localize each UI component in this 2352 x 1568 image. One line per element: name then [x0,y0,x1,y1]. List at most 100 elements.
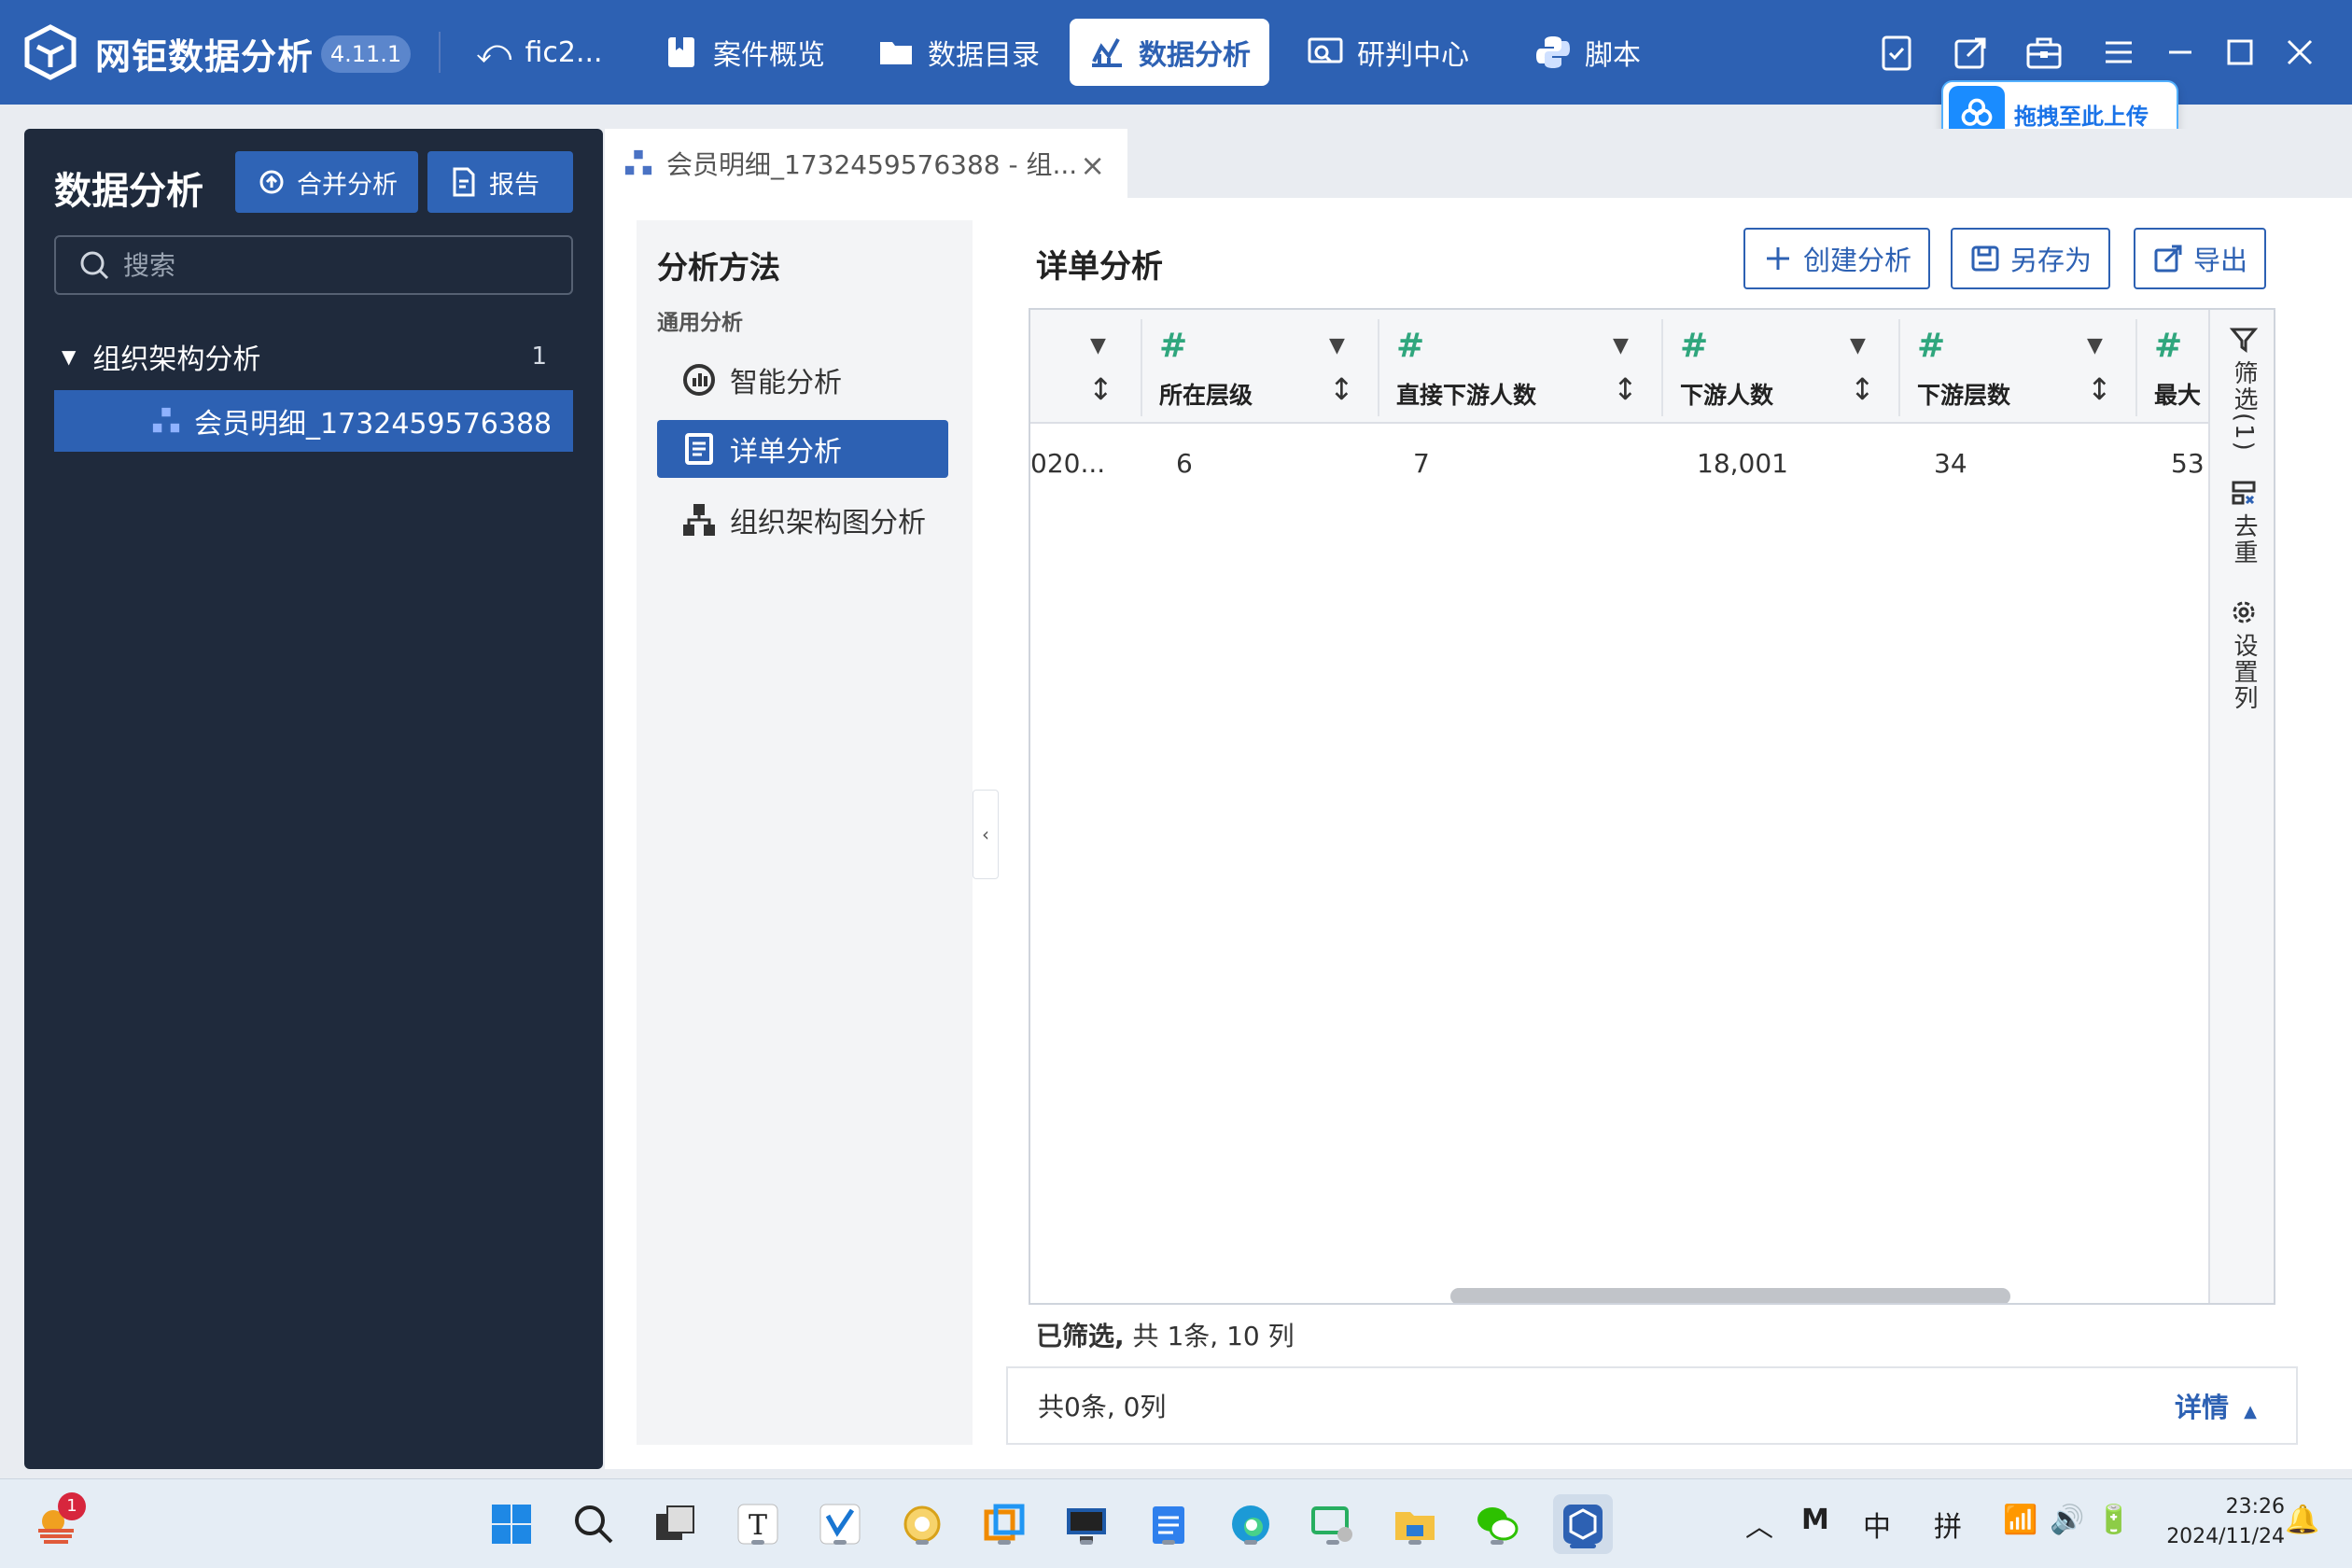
dropdown-icon[interactable]: ▼ [1613,334,1629,357]
sort-icon[interactable]: ↕ [1329,371,1354,407]
battery-icon[interactable]: 🔋 [2096,1504,2131,1536]
nav-research-center[interactable]: 研判中心 [1288,19,1488,86]
collapse-method-handle[interactable]: ‹ [973,790,999,879]
monitor-search-icon [1308,37,1343,63]
nav-data-analysis[interactable]: 数据分析 [1070,19,1269,86]
notepad-icon[interactable] [1142,1498,1195,1550]
merge-icon [259,170,284,194]
column-header[interactable]: # ▼ 下游人数 ↕ [1663,310,1900,424]
save-as-button[interactable]: 另存为 [1951,228,2111,289]
close-icon[interactable] [2279,32,2320,73]
filter-tool[interactable]: 筛选(1) [2210,325,2274,453]
cell-value[interactable]: 7 [1413,448,1430,479]
upload-label: 拖拽至此上传 [2014,103,2149,130]
maximize-icon[interactable] [2219,32,2261,73]
task-check-icon[interactable] [1876,32,1917,73]
filter-icon [2229,328,2259,353]
clock-date: 2024/11/24 [2166,1525,2285,1548]
dedup-tool[interactable]: 去重 [2210,478,2274,566]
dropdown-icon[interactable]: ▼ [1850,334,1866,357]
wechat-icon[interactable] [1471,1498,1523,1550]
sort-icon[interactable]: ↕ [1613,371,1638,407]
method-smart-analysis[interactable]: 智能分析 [657,351,948,409]
settings-label: 设置列 [2230,633,2258,711]
notification-bell-icon[interactable]: 🔔 [2285,1504,2319,1536]
search-input[interactable] [123,249,534,281]
case-switcher[interactable]: ⤺ fic2... [457,19,622,86]
windows-start-icon[interactable] [485,1498,538,1550]
export-icon [2154,245,2182,273]
report-label: 报告 [489,170,539,200]
cell-value[interactable]: 53 [2171,448,2205,479]
numeric-type-icon: # [1917,327,1946,365]
settings-tool[interactable]: 设置列 [2210,597,2274,711]
file-explorer-icon[interactable] [1389,1498,1441,1550]
nav-script[interactable]: 脚本 [1516,19,1659,86]
wifi-icon[interactable]: 📶 [2003,1504,2037,1536]
caret-up-icon: ▲ [2244,1402,2257,1421]
app-windows-icon[interactable] [978,1498,1030,1550]
search-icon[interactable] [567,1498,620,1550]
footer-detail-toggle[interactable]: 详情 ▲ [2175,1386,2257,1425]
nav-label: 数据分析 [1139,39,1251,72]
summary-footer: 共0条, 0列 详情 ▲ [1006,1366,2298,1445]
column-header[interactable]: # ▼ 所在层级 ↕ [1142,310,1379,424]
tray-expand-icon[interactable]: ︿ [1745,1504,1773,1545]
toolbox-icon[interactable] [2023,32,2065,73]
org-chart-icon [152,407,180,433]
tree-group-org-analysis[interactable]: ▼ 组织架构分析 1 [54,332,573,381]
column-header[interactable]: ▼ ↕ [1030,310,1142,424]
nav-data-catalog[interactable]: 数据目录 [859,19,1058,86]
column-header[interactable]: # ▼ 下游层数 ↕ [1900,310,2137,424]
open-external-icon[interactable] [1951,32,1992,73]
save-as-label: 另存为 [2010,245,2093,276]
sort-icon[interactable]: ↕ [1088,371,1113,407]
numeric-type-icon: # [1680,327,1709,365]
export-button[interactable]: 导出 [2134,228,2267,289]
cell-value[interactable]: 34 [1934,448,1967,479]
search-box [54,235,573,295]
dropdown-icon[interactable]: ▼ [2087,334,2103,357]
cell-value[interactable]: 020... [1030,448,1105,479]
typora-icon[interactable]: T [732,1498,784,1550]
create-analysis-button[interactable]: 创建分析 [1743,228,1931,289]
report-icon [453,167,475,197]
dropdown-icon[interactable]: ▼ [1329,334,1345,357]
tray-app-icon[interactable]: M [1801,1504,1829,1536]
app-flower-icon[interactable] [896,1498,948,1550]
method-label: 详单分析 [730,436,842,469]
report-button[interactable]: 报告 [427,151,573,213]
sort-icon[interactable]: ↕ [2087,371,2112,407]
cell-value[interactable]: 6 [1176,448,1193,479]
tray-language[interactable]: 中 [1863,1504,1891,1545]
tab-member-detail[interactable]: 会员明细_1732459576388 - 组... × [605,129,1127,198]
vscode-icon[interactable] [814,1498,866,1550]
remote-connect-icon[interactable] [1307,1498,1359,1550]
plus-icon [1767,247,1789,270]
method-detail-analysis[interactable]: 详单分析 [657,420,948,478]
menu-icon[interactable] [2098,32,2139,73]
sort-icon[interactable]: ↕ [1850,371,1875,407]
task-view-icon[interactable] [650,1498,702,1550]
method-org-chart-analysis[interactable]: 组织架构图分析 [657,491,948,549]
remote-desktop-icon[interactable] [1060,1498,1113,1550]
tray-ime[interactable]: 拼 [1934,1504,1962,1545]
numeric-type-icon: # [2154,327,2183,365]
edge-browser-icon[interactable] [1225,1498,1277,1550]
minimize-icon[interactable] [2160,32,2201,73]
numeric-type-icon: # [1396,327,1425,365]
tab-close-icon[interactable]: × [1080,147,1105,183]
column-header[interactable]: # 最大 [2137,310,2208,424]
volume-icon[interactable]: 🔊 [2050,1504,2084,1536]
merge-analysis-button[interactable]: 合并分析 [235,151,418,213]
horizontal-scrollbar[interactable] [1450,1288,2010,1303]
app-logo-icon [24,24,77,80]
cell-value[interactable]: 18,001 [1697,448,1788,479]
dropdown-icon[interactable]: ▼ [1090,334,1106,357]
tree-item-member-detail[interactable]: 会员明细_1732459576388 [54,390,573,452]
nav-case-overview[interactable]: 案件概览 [644,19,844,86]
column-header[interactable]: # ▼ 直接下游人数 ↕ [1379,310,1663,424]
data-analysis-app-icon[interactable] [1553,1494,1613,1554]
system-clock[interactable]: 23:26 2024/11/24 [2166,1492,2285,1552]
org-chart-icon [624,149,652,175]
